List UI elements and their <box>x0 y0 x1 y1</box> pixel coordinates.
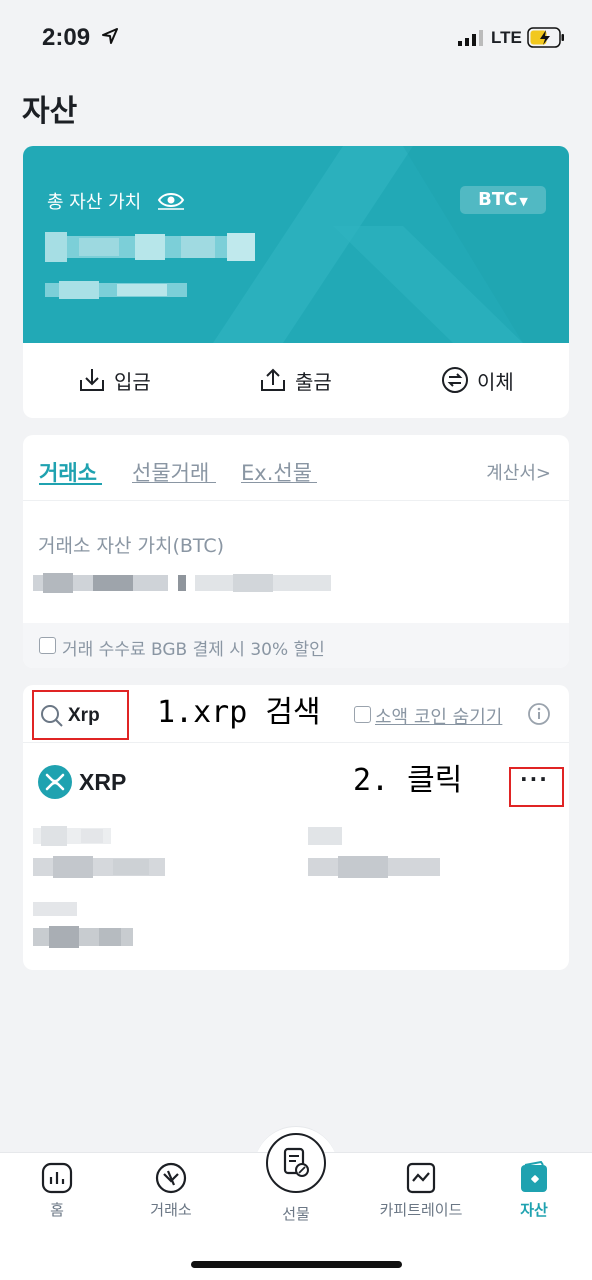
transfer-label: 이체 <box>477 369 514 394</box>
nav-copy-trade[interactable]: 카피트레이드 <box>371 1161 471 1220</box>
deposit-icon <box>80 369 104 391</box>
withdraw-button[interactable]: 출금 <box>259 363 332 397</box>
futures-center-button[interactable] <box>266 1133 326 1193</box>
hidden-field-label <box>33 902 77 916</box>
nav-copy-trade-label: 카피트레이드 <box>379 1201 463 1219</box>
hide-small-coins-label[interactable]: 소액 코인 숨기기 <box>375 703 502 729</box>
asset-summary-card: 총 자산 가치 BTC ▼ 입금 출금 이체 <box>23 146 569 418</box>
hide-small-checkbox[interactable] <box>354 706 371 723</box>
nav-assets[interactable]: 자산 <box>484 1161 584 1220</box>
hidden-field-label <box>308 827 342 845</box>
hidden-field-value <box>308 856 440 878</box>
hidden-field-value <box>33 856 165 878</box>
battery-icon <box>527 27 564 48</box>
tab-underline <box>241 482 317 483</box>
network-label: LTE <box>491 28 522 47</box>
signal-icon <box>458 30 483 46</box>
location-arrow-icon <box>102 28 118 44</box>
nav-exchange-label: 거래소 <box>150 1201 192 1219</box>
withdraw-icon <box>261 368 285 391</box>
hidden-field-label <box>33 826 111 846</box>
hidden-fiat-value <box>45 281 187 299</box>
home-indicator <box>191 1261 402 1268</box>
fee-discount-text: 거래 수수료 BGB 결제 시 30% 할인 <box>62 640 325 660</box>
copy-trade-icon <box>406 1162 436 1194</box>
annotation-box-more <box>509 767 564 807</box>
annotation-step2: 2. 클릭 <box>353 763 463 798</box>
annotation-step1: 1.xrp 검색 <box>157 695 321 730</box>
nav-futures-label: 선물 <box>282 1205 310 1223</box>
caret-down-icon: ▼ <box>519 195 528 208</box>
nav-futures[interactable]: 선물 <box>246 1203 346 1224</box>
divider <box>23 742 569 743</box>
currency-label: BTC <box>478 189 518 210</box>
status-bar: 2:09 LTE <box>0 0 592 76</box>
transfer-icon <box>442 367 468 393</box>
exchange-value-label: 거래소 자산 가치(BTC) <box>38 535 225 557</box>
page-title: 자산 <box>22 94 78 129</box>
fee-discount-checkbox[interactable] <box>39 637 56 654</box>
futures-doc-icon <box>283 1147 309 1177</box>
coin-symbol: XRP <box>79 769 127 795</box>
asset-actions: 입금 출금 이체 <box>23 343 569 418</box>
exchange-icon <box>155 1162 187 1194</box>
statement-link[interactable]: 계산서> <box>486 459 551 485</box>
withdraw-label: 출금 <box>295 369 332 394</box>
info-icon[interactable] <box>527 702 551 726</box>
exchange-assets-card: 거래소 선물거래 Ex.선물 계산서> 거래소 자산 가치(BTC) 거래 수수… <box>23 435 569 668</box>
chart-bars-icon <box>41 1162 73 1194</box>
total-asset-label: 총 자산 가치 <box>47 192 142 213</box>
wallet-icon <box>521 1161 547 1192</box>
nav-home[interactable]: 홈 <box>7 1161 107 1220</box>
hidden-field-value <box>33 926 133 948</box>
nav-assets-label: 자산 <box>520 1201 548 1219</box>
currency-selector[interactable]: BTC ▼ <box>460 186 546 214</box>
deposit-button[interactable]: 입금 <box>78 363 151 397</box>
transfer-button[interactable]: 이체 <box>441 363 514 397</box>
status-time: 2:09 <box>42 24 91 51</box>
tab-active-underline <box>39 483 102 485</box>
divider <box>23 500 569 501</box>
annotation-box-search <box>32 690 129 740</box>
hidden-exchange-value <box>33 573 331 593</box>
hidden-total-value <box>45 232 255 262</box>
xrp-logo-icon <box>38 765 72 799</box>
coin-list-card: 1.xrp 검색 소액 코인 숨기기 XRP 2. 클릭 ··· <box>23 685 569 970</box>
deposit-label: 입금 <box>114 369 151 394</box>
nav-home-label: 홈 <box>50 1201 64 1219</box>
tab-underline <box>132 482 216 483</box>
asset-hero-panel: 총 자산 가치 BTC ▼ <box>23 146 569 343</box>
nav-exchange[interactable]: 거래소 <box>121 1161 221 1220</box>
eye-icon[interactable] <box>157 190 185 210</box>
fee-discount-bar: 거래 수수료 BGB 결제 시 30% 할인 <box>23 623 569 668</box>
